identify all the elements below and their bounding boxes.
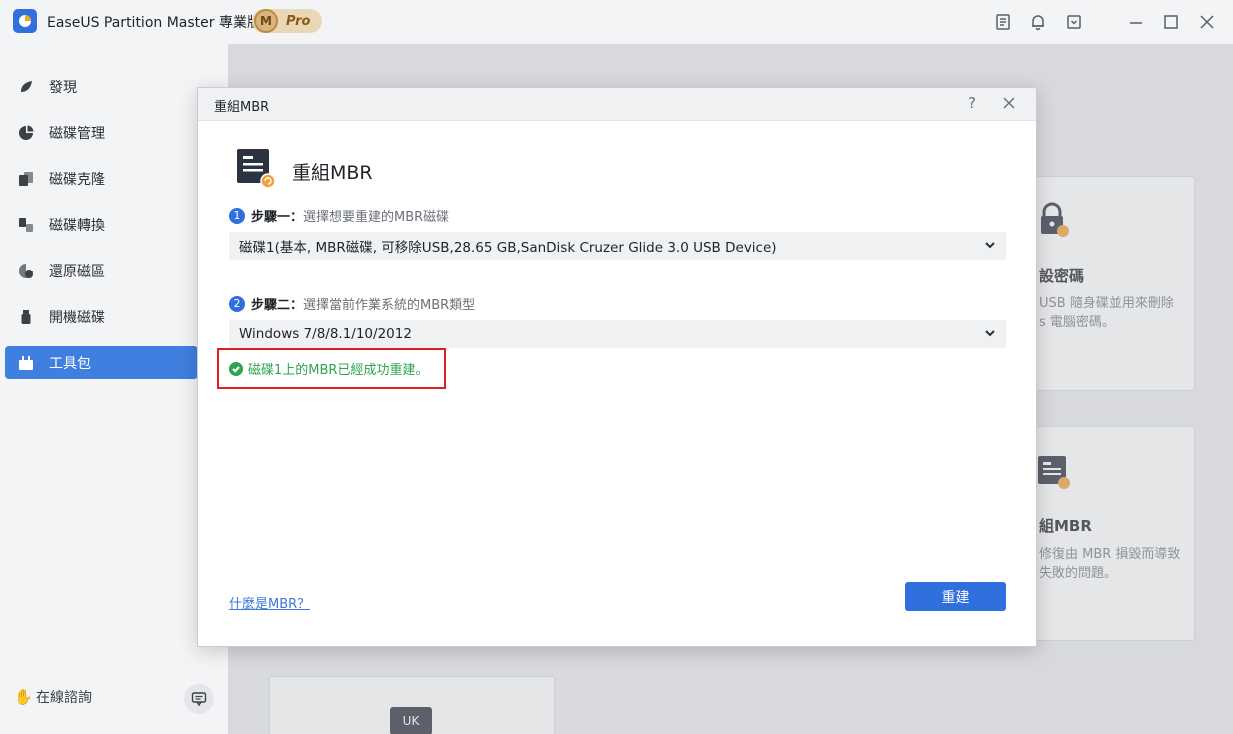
disk-select[interactable]: 磁碟1(基本, MBR磁碟, 可移除USB,28.65 GB,SanDisk C… — [229, 232, 1006, 260]
what-is-mbr-link[interactable]: 什麼是MBR？ — [229, 593, 310, 612]
minimize-icon[interactable] — [1124, 10, 1148, 34]
sidebar-item-boot-disk[interactable]: 開機磁碟 — [5, 300, 198, 333]
pro-badge[interactable]: M Pro — [252, 9, 322, 33]
recover-icon — [17, 262, 35, 280]
title-bar: EaseUS Partition Master 專業版 M Pro — [0, 0, 1233, 44]
dialog-header: 重組MBR ? — [198, 88, 1036, 121]
step-two: 2 步驟二： 選擇當前作業系統的MBR類型 — [229, 294, 475, 313]
online-consult[interactable]: ✋ 在線諮詢 — [14, 687, 92, 707]
sidebar-item-label: 磁碟轉換 — [49, 217, 105, 234]
chat-icon[interactable] — [184, 684, 214, 714]
step-label: 步驟二： — [251, 298, 304, 313]
sidebar-item-label: 工具包 — [49, 355, 91, 372]
help-icon[interactable]: ? — [968, 94, 976, 112]
success-text: 磁碟1上的MBR已經成功重建。 — [248, 363, 429, 378]
sidebar-item-partition-recovery[interactable]: 還原磁區 — [5, 254, 198, 287]
close-icon[interactable] — [1002, 96, 1018, 112]
sidebar-item-disk-clone[interactable]: 磁碟克隆 — [5, 162, 198, 195]
dialog-title: 重組MBR — [292, 162, 373, 184]
usb-icon — [17, 308, 35, 326]
mbr-icon — [237, 149, 276, 189]
badge-letter: M — [254, 9, 278, 33]
pie-chart-icon — [17, 124, 35, 142]
step-desc: 選擇當前作業系統的MBR類型 — [303, 298, 476, 313]
hand-wave-icon: ✋ — [14, 688, 33, 706]
step-number: 2 — [229, 295, 245, 312]
rebuild-mbr-dialog: 重組MBR ? 重組MBR 1 步驟一： 選擇想要重建的MBR磁碟 磁碟1(基本… — [197, 87, 1037, 647]
step-number: 1 — [229, 207, 245, 224]
app-title: EaseUS Partition Master 專業版 — [47, 15, 261, 31]
chevron-down-icon — [984, 239, 998, 253]
step-label: 步驟一： — [251, 210, 304, 225]
sidebar-item-label: 磁碟克隆 — [49, 171, 105, 188]
sidebar-item-label: 發現 — [49, 79, 77, 96]
toolbox-icon — [17, 354, 35, 372]
mbr-type-select-value: Windows 7/8/8.1/10/2012 — [239, 326, 412, 342]
online-consult-label: 在線諮詢 — [36, 690, 92, 706]
close-icon[interactable] — [1195, 10, 1219, 34]
sidebar-item-disk-management[interactable]: 磁碟管理 — [5, 116, 198, 149]
sidebar-item-label: 磁碟管理 — [49, 125, 105, 142]
convert-icon — [17, 216, 35, 234]
sidebar-item-label: 還原磁區 — [49, 263, 105, 280]
sidebar-item-discover[interactable]: 發現 — [5, 70, 198, 103]
chevron-down-icon — [984, 327, 998, 341]
success-message: 磁碟1上的MBR已經成功重建。 — [217, 348, 446, 389]
step-one: 1 步驟一： 選擇想要重建的MBR磁碟 — [229, 206, 449, 225]
rebuild-button[interactable]: 重建 — [905, 582, 1006, 611]
bell-icon[interactable] — [1026, 10, 1050, 34]
disk-select-value: 磁碟1(基本, MBR磁碟, 可移除USB,28.65 GB,SanDisk C… — [239, 240, 777, 256]
dialog-header-title: 重組MBR — [214, 100, 270, 115]
sidebar: 發現 磁碟管理 磁碟克隆 磁碟轉換 還原磁區 開機磁碟 工具包 ✋ 在線諮詢 — [0, 44, 228, 734]
sidebar-item-label: 開機磁碟 — [49, 309, 105, 326]
download-icon[interactable] — [1062, 10, 1086, 34]
badge-text: Pro — [286, 13, 311, 29]
app-logo-icon — [13, 9, 37, 33]
notes-icon[interactable] — [991, 10, 1015, 34]
mbr-type-select[interactable]: Windows 7/8/8.1/10/2012 — [229, 320, 1006, 348]
maximize-icon[interactable] — [1159, 10, 1183, 34]
step-desc: 選擇想要重建的MBR磁碟 — [303, 210, 450, 225]
sidebar-item-disk-convert[interactable]: 磁碟轉換 — [5, 208, 198, 241]
leaf-icon — [17, 78, 35, 96]
clone-icon — [17, 170, 35, 188]
check-circle-icon — [229, 361, 243, 376]
sidebar-item-toolkit[interactable]: 工具包 — [5, 346, 198, 379]
